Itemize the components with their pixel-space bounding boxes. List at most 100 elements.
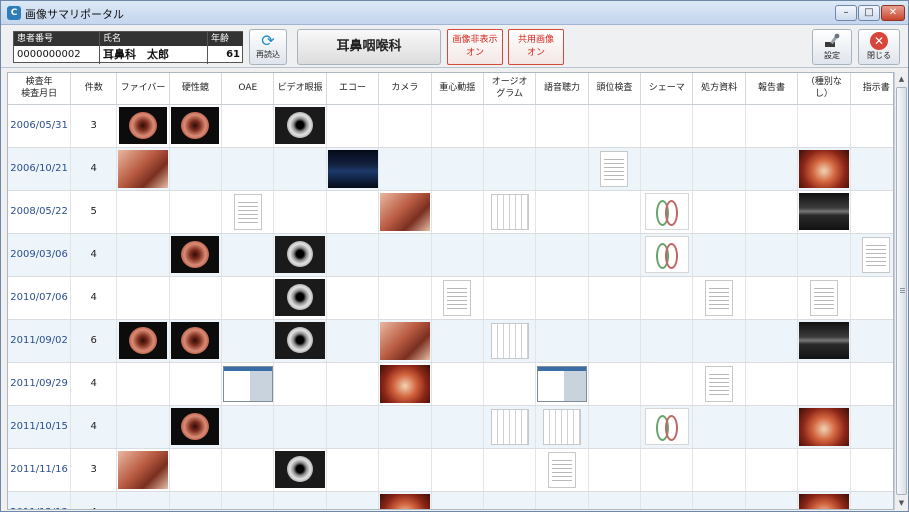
image-cell[interactable] [378, 491, 432, 509]
scroll-up-arrow-icon[interactable]: ▲ [895, 72, 908, 86]
image-cell[interactable] [116, 104, 170, 148]
header-count[interactable]: 件数 [70, 73, 118, 105]
exam-date[interactable]: 2006/10/21 [8, 147, 72, 191]
minimize-button[interactable]: – [835, 5, 857, 21]
image-cell[interactable] [326, 147, 380, 191]
thumbnail-mri[interactable] [798, 193, 849, 230]
table-row[interactable]: 2011/12/134 [8, 491, 893, 509]
reload-button[interactable]: ⟳ 再読込 [249, 29, 287, 65]
image-cell[interactable] [169, 405, 223, 449]
header-rigid-scope[interactable]: 硬性鏡 [169, 73, 223, 105]
image-cell[interactable] [640, 405, 694, 449]
image-cell[interactable] [483, 405, 537, 449]
image-cell[interactable] [378, 190, 432, 234]
thumbnail-surg[interactable] [379, 493, 430, 509]
thumbnail-surg[interactable] [798, 407, 849, 446]
image-cell[interactable] [273, 104, 327, 148]
header-oae[interactable]: OAE [221, 73, 275, 105]
image-cell[interactable] [169, 104, 223, 148]
thumbnail-photo[interactable] [379, 192, 430, 231]
image-cell[interactable] [640, 233, 694, 277]
image-cell[interactable] [797, 276, 851, 320]
exam-date[interactable]: 2006/05/31 [8, 104, 72, 148]
image-cell[interactable] [273, 319, 327, 363]
exam-date[interactable]: 2010/07/06 [8, 276, 72, 320]
thumbnail-doc[interactable] [705, 279, 734, 316]
scrollbar-thumb[interactable] [896, 87, 907, 495]
image-cell[interactable] [535, 362, 589, 406]
thumbnail-draw[interactable] [644, 193, 689, 230]
header-camera[interactable]: カメラ [378, 73, 432, 105]
header-fiber[interactable]: ファイバー [116, 73, 170, 105]
thumbnail-doc[interactable] [862, 236, 891, 273]
thumbnail-photo[interactable] [118, 450, 169, 489]
thumbnail-bw[interactable] [275, 279, 326, 316]
image-cell[interactable] [431, 276, 484, 320]
thumbnail-photo[interactable] [118, 149, 169, 188]
exam-date[interactable]: 2011/10/15 [8, 405, 72, 449]
thumbnail-endo[interactable] [171, 107, 220, 144]
image-cell[interactable] [797, 190, 851, 234]
image-cell[interactable] [273, 276, 327, 320]
thumbnail-endo[interactable] [171, 322, 220, 359]
thumbnail-doc[interactable] [443, 279, 472, 316]
image-cell[interactable] [116, 448, 170, 492]
close-button[interactable]: ✕ 閉じる [858, 29, 900, 65]
shared-images-toggle[interactable]: 共用画像 オン [508, 29, 564, 65]
exam-date[interactable]: 2008/05/22 [8, 190, 72, 234]
header-echo[interactable]: エコー [326, 73, 380, 105]
thumbnail-mri[interactable] [798, 322, 849, 359]
scroll-down-arrow-icon[interactable]: ▼ [895, 496, 908, 510]
image-cell[interactable] [588, 147, 642, 191]
exam-date[interactable]: 2011/09/29 [8, 362, 72, 406]
image-cell[interactable] [797, 491, 851, 509]
table-row[interactable]: 2006/05/31 3 [8, 104, 893, 148]
maximize-button[interactable]: □ [858, 5, 880, 21]
image-cell[interactable] [116, 319, 170, 363]
table-row[interactable]: 2011/11/16 3 [8, 448, 893, 492]
image-cell[interactable] [692, 362, 746, 406]
thumbnail-endo[interactable] [171, 236, 220, 273]
thumbnail-bw[interactable] [275, 451, 326, 488]
exam-date[interactable]: 2011/12/13 [8, 491, 72, 509]
thumbnail-endo[interactable] [119, 322, 168, 359]
thumbnail-surg[interactable] [798, 493, 849, 509]
header-unclassified[interactable]: （種別なし） [797, 73, 851, 105]
department-button[interactable]: 耳鼻咽喉科 [297, 29, 441, 65]
header-video-nystagmus[interactable]: ビデオ眼振 [273, 73, 327, 105]
thumbnail-doc[interactable] [809, 279, 838, 316]
image-cell[interactable] [221, 190, 275, 234]
thumbnail-endo[interactable] [119, 107, 168, 144]
vertical-scrollbar[interactable]: ▲ ▼ [894, 72, 908, 510]
thumbnail-bw[interactable] [275, 236, 326, 273]
settings-button[interactable]: 設定 [812, 29, 852, 65]
window-close-button[interactable]: ✕ [881, 5, 905, 21]
image-cell[interactable] [797, 405, 851, 449]
image-cell[interactable] [535, 448, 589, 492]
header-report[interactable]: 報告書 [745, 73, 799, 105]
table-row[interactable]: 2006/10/21 4 [8, 147, 893, 191]
header-date[interactable]: 検査年 検査月日 [8, 73, 72, 105]
image-cell[interactable] [378, 362, 432, 406]
image-cell[interactable] [116, 147, 170, 191]
thumbnail-bw[interactable] [275, 107, 326, 144]
header-schema[interactable]: シェーマ [640, 73, 694, 105]
thumbnail-screen[interactable] [222, 365, 273, 402]
exam-date[interactable]: 2011/11/16 [8, 448, 72, 492]
thumbnail-endo[interactable] [171, 408, 220, 445]
table-row[interactable]: 2011/09/02 6 [8, 319, 893, 363]
image-cell[interactable] [850, 233, 893, 277]
hide-images-toggle[interactable]: 画像非表示 オン [447, 29, 503, 65]
image-cell[interactable] [378, 319, 432, 363]
header-prescription[interactable]: 処方資料 [692, 73, 746, 105]
image-cell[interactable] [797, 147, 851, 191]
thumbnail-doc[interactable] [548, 451, 577, 488]
table-row[interactable]: 2009/03/06 4 [8, 233, 893, 277]
thumbnail-surg[interactable] [798, 149, 849, 188]
table-row[interactable]: 2010/07/06 4 [8, 276, 893, 320]
thumbnail-surg[interactable] [379, 364, 430, 403]
header-head-position[interactable]: 頭位検査 [588, 73, 642, 105]
thumbnail-dark[interactable] [327, 149, 378, 188]
image-cell[interactable] [535, 405, 589, 449]
image-cell[interactable] [692, 276, 746, 320]
